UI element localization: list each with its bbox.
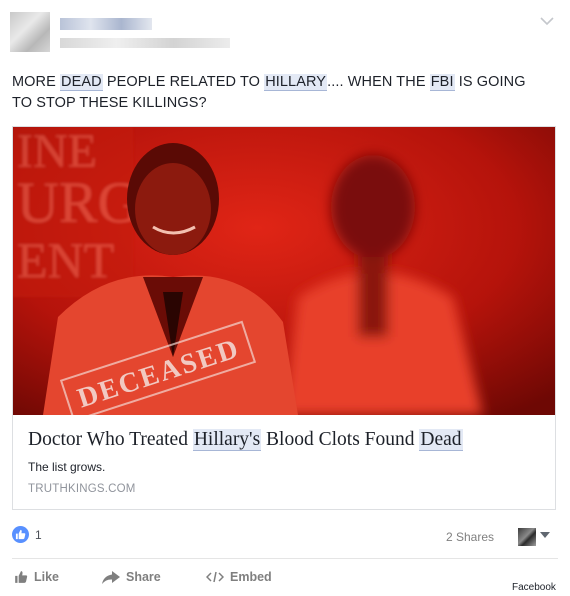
shares-count[interactable]: 2 Shares xyxy=(446,530,494,544)
like-button[interactable]: Like xyxy=(14,570,59,584)
post-text-part: .... WHEN THE xyxy=(327,74,430,90)
divider xyxy=(12,558,558,559)
hashtag-link-dead[interactable]: DEAD xyxy=(60,74,103,91)
caret-down-icon[interactable] xyxy=(540,532,550,538)
embed-button-label: Embed xyxy=(230,570,272,584)
link-title-highlight-hillarys: Hillary's xyxy=(192,429,262,451)
link-description: The list grows. xyxy=(28,460,106,474)
blurred-post-meta xyxy=(60,38,230,48)
avatar[interactable] xyxy=(518,528,536,546)
link-preview-body[interactable]: Doctor Who Treated Hillary's Blood Clots… xyxy=(13,415,555,509)
link-title[interactable]: Doctor Who Treated Hillary's Blood Clots… xyxy=(28,429,463,451)
chevron-down-icon[interactable] xyxy=(538,12,556,30)
avatar[interactable] xyxy=(10,12,50,52)
post-text-part: MORE xyxy=(12,74,61,90)
code-icon xyxy=(206,571,224,583)
svg-text:INE: INE xyxy=(17,127,97,178)
post-text-part: PEOPLE RELATED TO xyxy=(102,74,265,90)
thumbs-up-icon xyxy=(15,571,28,583)
svg-text:ENT: ENT xyxy=(17,232,114,288)
hashtag-link-fbi[interactable]: FBI xyxy=(429,74,455,91)
blurred-author-name[interactable] xyxy=(60,18,152,30)
background-sign-text: URG xyxy=(17,170,139,235)
facebook-post: MORE DEAD PEOPLE RELATED TO HILLARY.... … xyxy=(0,0,570,596)
embed-button[interactable]: Embed xyxy=(206,570,272,584)
link-title-part: Blood Clots Found xyxy=(261,429,420,450)
link-title-part: Doctor Who Treated xyxy=(28,429,193,450)
link-preview-image[interactable]: URG INE ENT DECEASED xyxy=(13,127,555,415)
share-arrow-icon xyxy=(102,570,120,584)
like-reaction-icon xyxy=(12,526,29,543)
share-button-label: Share xyxy=(126,570,161,584)
hashtag-link-hillary[interactable]: HILLARY xyxy=(264,74,328,91)
share-button[interactable]: Share xyxy=(102,570,161,584)
post-text: MORE DEAD PEOPLE RELATED TO HILLARY.... … xyxy=(12,72,532,114)
source-watermark: Facebook xyxy=(512,582,556,593)
like-count: 1 xyxy=(35,527,42,542)
link-preview-card[interactable]: URG INE ENT DECEASED Doctor Who Treated … xyxy=(12,126,556,510)
like-button-label: Like xyxy=(34,570,60,584)
link-domain: TRUTHKINGS.COM xyxy=(28,483,136,495)
link-title-highlight-dead: Dead xyxy=(419,429,463,451)
reaction-summary[interactable]: 1 xyxy=(12,526,42,543)
